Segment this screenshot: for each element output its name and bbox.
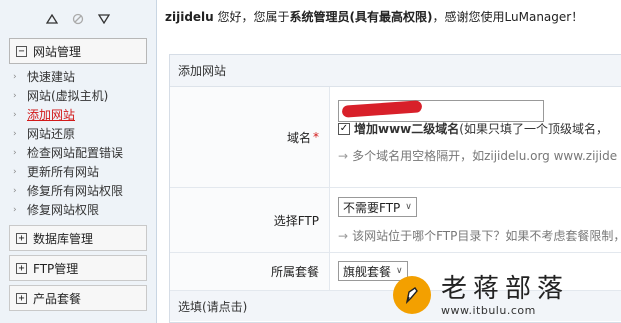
form-title: 添加网站	[170, 55, 621, 87]
ftp-hint-text: 该网站位于哪个FTP目录下？如果不考虑套餐限制，	[352, 229, 621, 243]
arrow-right-icon: ›	[13, 109, 17, 120]
username: zijidelu	[165, 10, 214, 24]
arrow-right-icon: ›	[13, 90, 17, 101]
welcome-prefix: 您好，您属于	[213, 10, 290, 24]
expand-icon: +	[16, 292, 27, 304]
sidebar-item-add-site[interactable]: › 添加网站	[13, 105, 156, 124]
expand-icon: +	[16, 262, 27, 274]
arrow-right-icon: ›	[13, 204, 17, 215]
sidebar: − 网站管理 › 快速建站 › 网站(虚拟主机) › 添加网站 › 网站还原 › 检查网站…	[0, 0, 157, 323]
domain-value-cell: ✓ 增加www二级域名 (如果只填了一个顶级域名， → 多个域名用空格隔开，如zi…	[330, 87, 621, 187]
sidebar-item-fix-all-perms[interactable]: › 修复所有网站权限	[13, 181, 156, 200]
arrow-right-icon: ›	[13, 185, 17, 196]
www-checkbox-label: 增加www二级域名	[354, 122, 460, 136]
sidebar-group-site-management[interactable]: − 网站管理	[9, 38, 147, 64]
ftp-label-text: 选择FTP	[273, 213, 319, 228]
sidebar-item-check-config[interactable]: › 检查网站配置错误	[13, 143, 156, 162]
domain-row: 域名 * ✓ 增加www二级域名 (如果只填了一个顶级域名， → 多个域名用空格隔开…	[170, 87, 621, 188]
sidebar-item-label: 修复网站权限	[27, 203, 100, 217]
sidebar-group-database[interactable]: + 数据库管理	[9, 225, 147, 251]
ftp-hint: → 该网站位于哪个FTP目录下？如果不考虑套餐限制，	[338, 227, 621, 244]
sidebar-item-label: 添加网站	[27, 108, 76, 122]
sidebar-item-virtual-hosts[interactable]: › 网站(虚拟主机)	[13, 86, 156, 105]
sidebar-item-label: 修复所有网站权限	[27, 184, 124, 198]
domain-label: 域名 *	[170, 87, 330, 187]
sidebar-group-ftp[interactable]: + FTP管理	[9, 255, 147, 281]
sidebar-item-label: 网站(虚拟主机)	[27, 89, 109, 103]
arrow-right-icon: ›	[13, 128, 17, 139]
sidebar-item-fix-perms[interactable]: › 修复网站权限	[13, 200, 156, 219]
sidebar-group-label: 网站管理	[33, 44, 82, 59]
www-checkbox-line: ✓ 增加www二级域名 (如果只填了一个顶级域名，	[338, 120, 608, 137]
watermark-text: 老蒋部落 www.itbulu.com	[441, 274, 569, 317]
sidebar-item-restore-site[interactable]: › 网站还原	[13, 124, 156, 143]
arrow-right-icon: ›	[13, 71, 17, 82]
expand-icon: +	[16, 232, 27, 244]
sidebar-submenu: › 快速建站 › 网站(虚拟主机) › 添加网站 › 网站还原 › 检查网站配置错误 › 更…	[0, 64, 156, 225]
pencil-logo-icon	[393, 276, 431, 314]
sidebar-item-update-all[interactable]: › 更新所有网站	[13, 162, 156, 181]
sidebar-group-label: 数据库管理	[33, 231, 94, 246]
ftp-select-value: 不需要FTP	[343, 200, 401, 215]
package-label-text: 所属套餐	[270, 265, 319, 279]
required-mark: *	[313, 130, 319, 144]
hint-arrow-icon: →	[338, 149, 349, 163]
optional-toggle-label: 选填(请点击)	[178, 299, 248, 314]
arrow-right-icon: ›	[13, 166, 17, 177]
circle-slash-icon[interactable]	[71, 12, 85, 26]
sidebar-group-packages[interactable]: + 产品套餐	[9, 285, 147, 311]
collapse-up-icon[interactable]	[45, 12, 59, 26]
chevron-down-icon: ∨	[405, 202, 412, 212]
domain-label-text: 域名	[286, 130, 311, 145]
sidebar-item-label: 快速建站	[27, 70, 76, 84]
domain-hint-text: 多个域名用空格隔开，如zijidelu.org www.zijide	[352, 149, 618, 163]
welcome-suffix: ，感谢您使用LuManager！	[432, 10, 584, 24]
hint-arrow-icon: →	[338, 229, 349, 243]
arrow-right-icon: ›	[13, 147, 17, 158]
watermark: 老蒋部落 www.itbulu.com	[393, 267, 621, 323]
package-label: 所属套餐	[170, 253, 330, 290]
sidebar-item-label: 网站还原	[27, 127, 76, 141]
ftp-value-cell: 不需要FTP ∨ → 该网站位于哪个FTP目录下？如果不考虑套餐限制，	[330, 188, 621, 252]
ftp-select[interactable]: 不需要FTP ∨	[338, 197, 417, 217]
www-checkbox[interactable]: ✓	[338, 122, 350, 135]
sidebar-item-label: 检查网站配置错误	[27, 146, 124, 160]
welcome-bar: zijidelu 您好，您属于系统管理员(具有最高权限)，感谢您使用LuMana…	[165, 8, 621, 28]
sidebar-group-label: 产品套餐	[33, 291, 82, 306]
ftp-label: 选择FTP	[170, 188, 330, 252]
sidebar-group-label: FTP管理	[33, 261, 79, 276]
sidebar-controls	[0, 0, 156, 38]
package-select-value: 旗舰套餐	[343, 264, 392, 279]
domain-input-wrap	[338, 100, 544, 122]
watermark-url: www.itbulu.com	[441, 303, 536, 317]
www-checkbox-note: (如果只填了一个顶级域名，	[459, 122, 608, 136]
sidebar-item-label: 更新所有网站	[27, 165, 100, 179]
ftp-row: 选择FTP 不需要FTP ∨ → 该网站位于哪个FTP目录下？如果不考虑套餐限制，	[170, 188, 621, 253]
sidebar-item-quick-build[interactable]: › 快速建站	[13, 67, 156, 86]
watermark-brand: 老蒋部落	[441, 273, 570, 304]
domain-hint: → 多个域名用空格隔开，如zijidelu.org www.zijide	[338, 147, 617, 164]
collapse-icon: −	[16, 45, 27, 57]
expand-down-icon[interactable]	[97, 12, 111, 26]
user-role: 系统管理员(具有最高权限)	[289, 10, 433, 24]
